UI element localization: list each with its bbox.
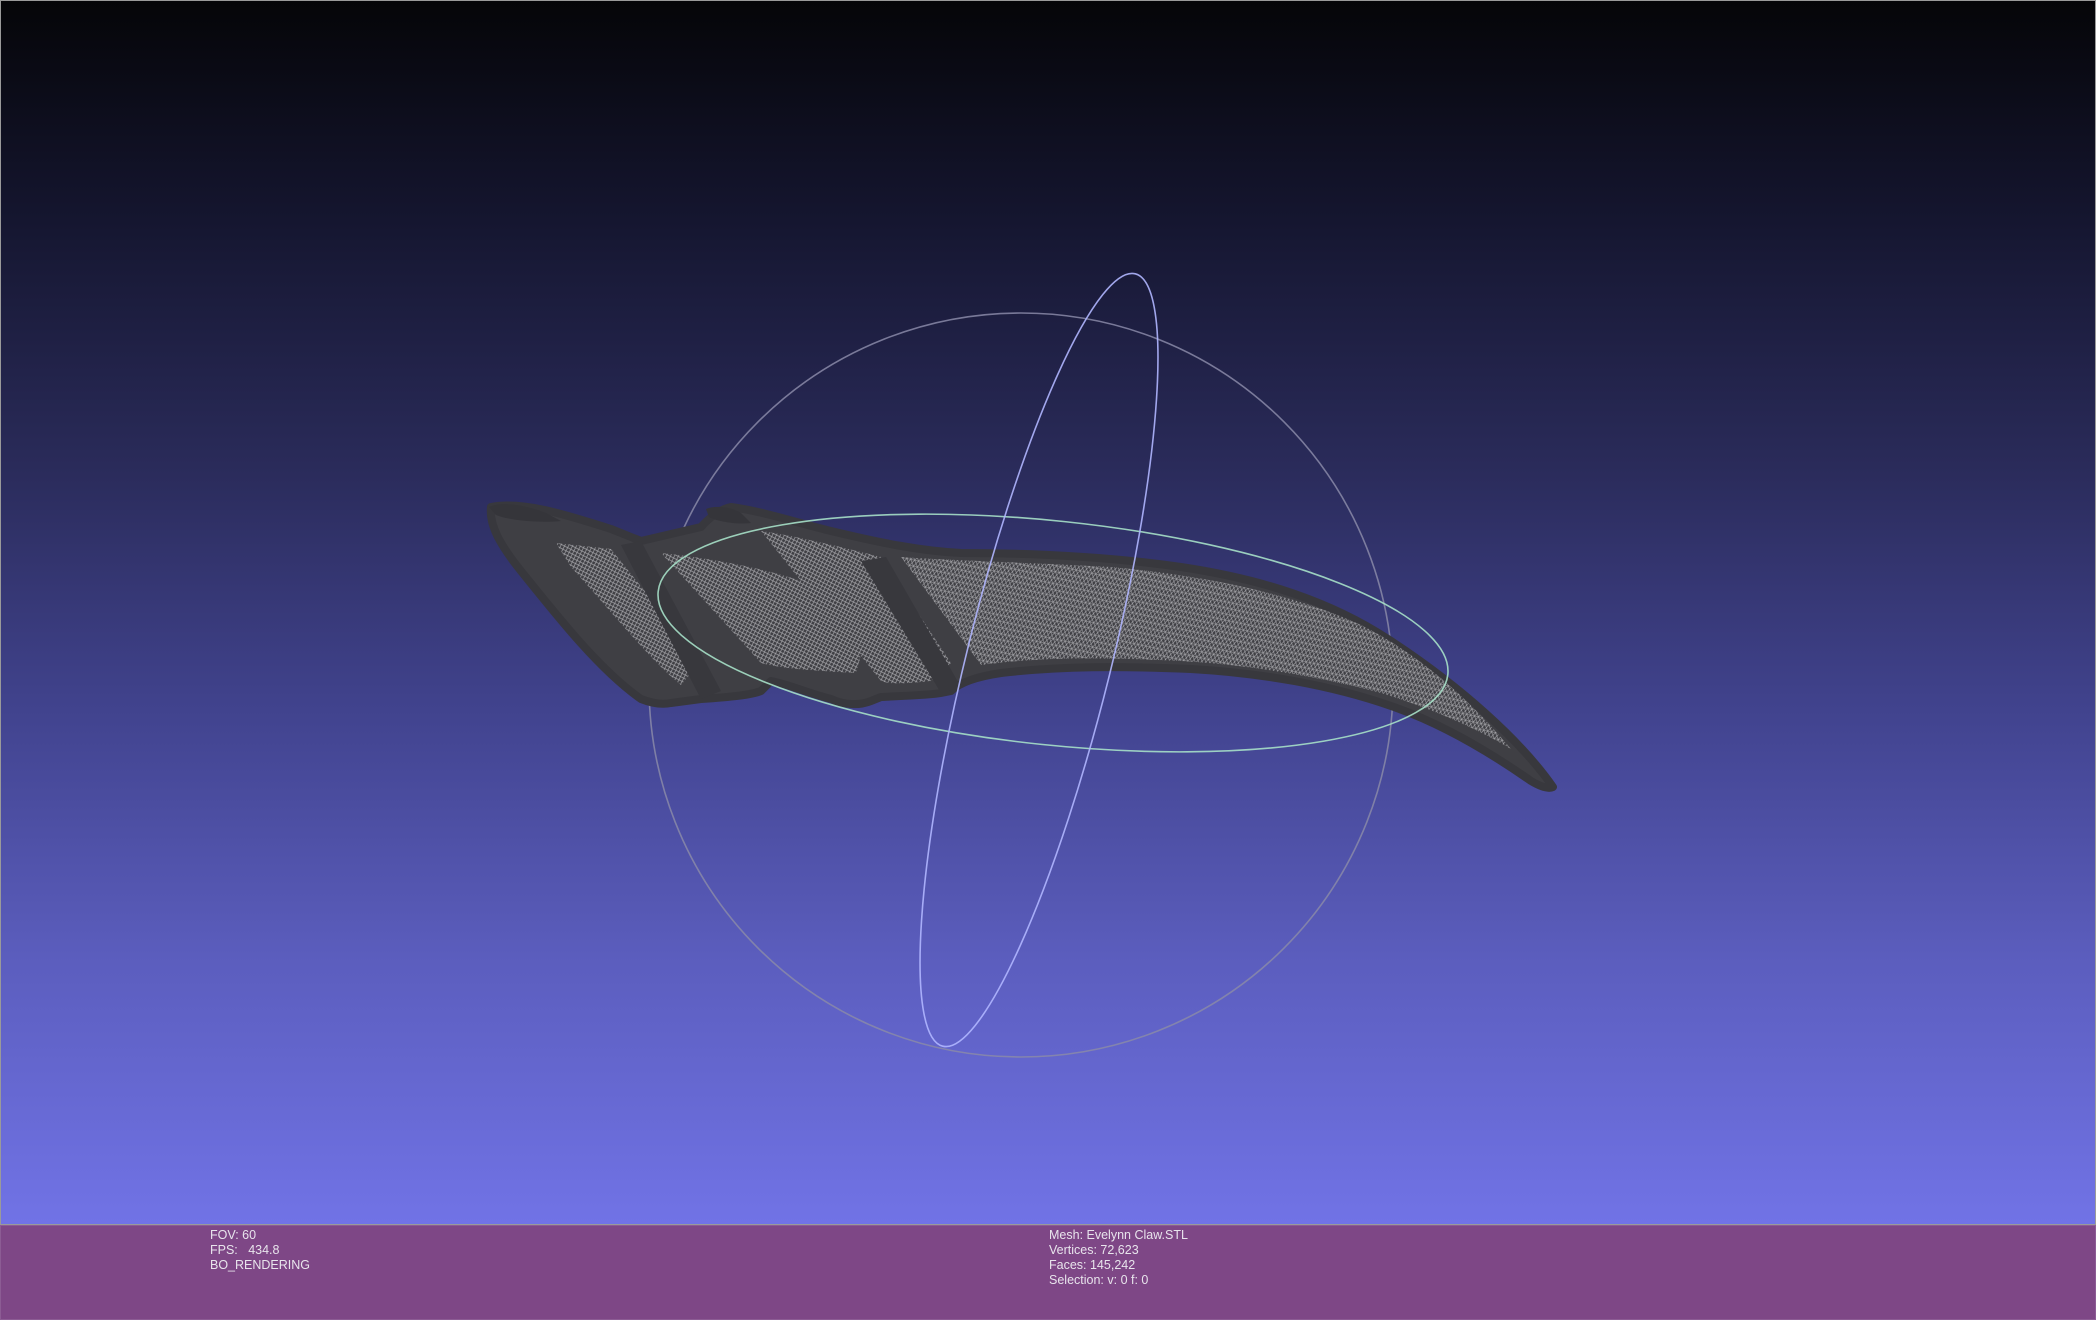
fps-label: FPS: 434.8	[210, 1243, 280, 1257]
faces-label: Faces: 145,242	[1049, 1258, 1136, 1272]
render-info: FOV: 60 FPS: 434.8 BO_RENDERING	[210, 1228, 310, 1273]
mesh-name-label: Mesh: Evelynn Claw.STL	[1049, 1228, 1188, 1242]
vertices-label: Vertices: 72,623	[1049, 1243, 1139, 1257]
info-bar: FOV: 60 FPS: 434.8 BO_RENDERING Mesh: Ev…	[0, 1225, 2096, 1320]
render-mode-label: BO_RENDERING	[210, 1258, 311, 1272]
3d-viewport[interactable]	[0, 0, 2096, 1225]
selection-label: Selection: v: 0 f: 0	[1049, 1273, 1149, 1287]
viewport-canvas[interactable]	[1, 1, 2096, 1225]
fov-label: FOV: 60	[210, 1228, 257, 1242]
claw-mesh	[486, 501, 1557, 792]
mesh-info: Mesh: Evelynn Claw.STL Vertices: 72,623 …	[1049, 1228, 1188, 1288]
